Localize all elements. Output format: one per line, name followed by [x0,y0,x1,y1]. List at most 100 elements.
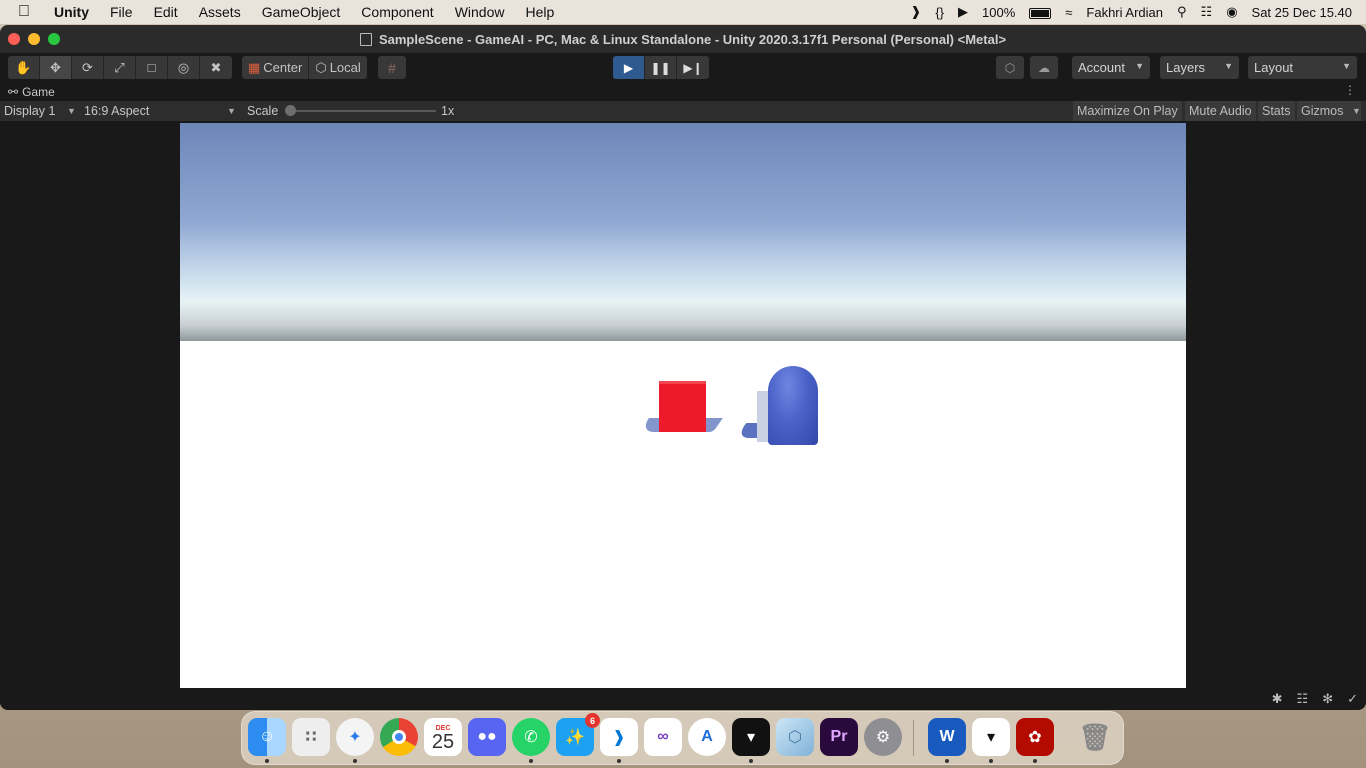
pivot-label: Center [263,60,303,75]
mute-audio-toggle[interactable]: Mute Audio [1185,101,1256,121]
user-name[interactable]: Fakhri Ardian [1086,5,1163,20]
debug-mode-icon[interactable]: ✱ [1272,691,1283,707]
scene-file-icon [359,32,372,46]
game-render-view[interactable] [180,123,1186,688]
cache-server-icon[interactable]: ☷ [1297,691,1309,707]
auto-generate-lighting-icon[interactable]: ✻ [1322,691,1333,707]
gamepad-icon: ⚯ [8,84,19,99]
braces-status-icon[interactable]: {} [935,5,944,20]
vscode-status-icon[interactable]: ❱ [910,4,921,20]
macos-menubar:  Unity File Edit Assets GameObject Comp… [0,0,1366,24]
collab-icon[interactable]: ⬡ [996,56,1024,79]
scale-tool-icon[interactable]: ⤢ [104,56,136,79]
word-icon[interactable]: W [928,718,966,756]
stats-toggle[interactable]: Stats [1258,101,1295,121]
zoom-window-button[interactable] [48,33,60,45]
trash-icon[interactable]: 🗑 [1076,718,1114,756]
pivot-center-toggle[interactable]: ▦ Center [242,56,310,79]
clock[interactable]: Sat 25 Dec 15.40 [1252,5,1352,20]
scale-value: 1x [441,104,455,118]
minimize-window-button[interactable] [28,33,40,45]
scale-slider-handle[interactable] [285,105,296,116]
close-window-button[interactable] [8,33,20,45]
visual-studio-icon[interactable]: ∞ [644,718,682,756]
pause-button[interactable]: ❚❚ [645,56,677,79]
unity-editor-icon[interactable]: ▾ [972,718,1010,756]
rect-tool-icon[interactable]: □ [136,56,168,79]
battery-icon[interactable] [1029,5,1052,20]
chevron-down-icon: ▼ [67,106,76,116]
app-store-connect-icon[interactable]: A [688,718,726,756]
layers-dropdown[interactable]: Layers ▼ [1160,56,1239,79]
layout-dropdown[interactable]: Layout ▼ [1248,56,1357,79]
cloud-icon[interactable]: ☁ [1030,56,1058,79]
account-dropdown[interactable]: Account ▼ [1072,56,1150,79]
menu-window[interactable]: Window [455,4,505,20]
menu-gameobject[interactable]: GameObject [262,4,341,20]
3d-cube-app-icon[interactable]: ⬡ [776,718,814,756]
control-center-icon[interactable]: ☷ [1201,4,1213,20]
whatsapp-icon[interactable]: ✆ [512,718,550,756]
running-indicator [989,759,993,763]
rotate-tool-icon[interactable]: ⟳ [72,56,104,79]
scale-label: Scale [247,104,279,118]
system-preferences-icon[interactable]: ⚙ [864,718,902,756]
notification-badge: 6 [585,713,600,728]
more-options-icon[interactable]: ⋮ [1344,83,1356,97]
finder-icon[interactable]: ☺ [248,718,286,756]
play-circle-status-icon[interactable]: ▶ [958,4,968,20]
skybox [180,123,1186,341]
menu-app-unity[interactable]: Unity [54,4,89,20]
menu-help[interactable]: Help [525,4,554,20]
chrome-center [392,730,406,744]
display-dropdown[interactable]: Display 1 ▼ [4,101,78,121]
menu-component[interactable]: Component [361,4,433,20]
pivot-controls: ▦ Center ⬡ Local [242,56,367,79]
custom-tools-icon[interactable]: ✖ [200,56,232,79]
chevron-down-icon[interactable]: ▼ [1352,106,1361,116]
tab-game[interactable]: Game [22,85,55,99]
siri-icon[interactable]: ◉ [1226,4,1237,20]
game-viewport-area [0,123,1366,688]
running-indicator [945,759,949,763]
discord-icon[interactable]: ●● [468,718,506,756]
premiere-pro-icon[interactable]: Pr [820,718,858,756]
apple-icon[interactable]:  [18,3,38,21]
pivot-local-toggle[interactable]: ⬡ Local [309,56,366,79]
layers-label: Layers [1166,60,1206,75]
aspect-label: 16:9 Aspect [84,104,150,118]
unity-window: SampleScene - GameAI - PC, Mac & Linux S… [0,25,1366,710]
safari-icon[interactable]: ✦ [336,718,374,756]
play-button[interactable]: ▶ [613,56,645,79]
playmode-controls: ▶ ❚❚ ▶❙ [613,56,709,79]
running-indicator [617,759,621,763]
transform-tool-icon[interactable]: ◎ [168,56,200,79]
progress-check-icon[interactable]: ✓ [1347,691,1358,707]
unity-hub-icon[interactable]: ▾ [732,718,770,756]
acrobat-icon[interactable]: ✿ [1016,718,1054,756]
chevron-down-icon: ▼ [1224,61,1233,71]
twitter-icon[interactable]: ✨ 6 [556,713,600,756]
wifi-icon[interactable]: ≈ [1065,5,1072,20]
hand-tool-icon[interactable]: ✋ [8,56,40,79]
running-indicator [529,759,533,763]
account-label: Account [1078,60,1125,75]
maximize-on-play-toggle[interactable]: Maximize On Play [1073,101,1182,121]
chevron-down-icon: ▼ [1135,61,1144,71]
move-tool-icon[interactable]: ✥ [40,56,72,79]
chrome-icon[interactable] [380,718,418,756]
calendar-icon[interactable]: DEC 25 [424,718,462,756]
menubar-status-area: ❱ {} ▶ 100% ≈ Fakhri Ardian ⚲ ☷ ◉ Sat 25… [910,0,1366,24]
spotlight-search-icon[interactable]: ⚲ [1177,4,1187,20]
aspect-dropdown[interactable]: 16:9 Aspect ▼ [84,101,238,121]
menu-edit[interactable]: Edit [154,4,178,20]
scale-slider-track[interactable] [288,110,436,112]
launchpad-icon[interactable]: ∷ [292,718,330,756]
menu-file[interactable]: File [110,4,133,20]
game-tab-bar: ⚯ Game ⋮ [0,82,1366,101]
grid-snapping-icon[interactable]: # [378,56,406,79]
vscode-icon[interactable]: ❱ [600,718,638,756]
running-indicator [353,759,357,763]
step-button[interactable]: ▶❙ [677,56,709,79]
menu-assets[interactable]: Assets [199,4,241,20]
